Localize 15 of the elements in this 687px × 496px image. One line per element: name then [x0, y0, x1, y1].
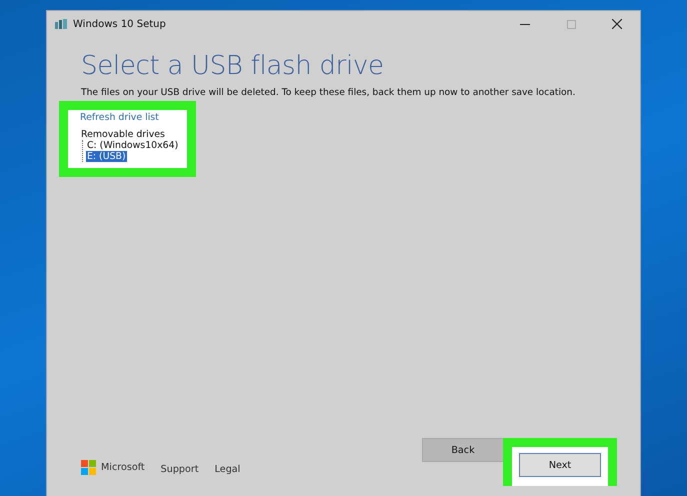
- window-title: Windows 10 Setup: [73, 18, 166, 30]
- app-icon: [55, 19, 67, 29]
- tree-item[interactable]: Removable drives: [80, 129, 166, 140]
- back-button[interactable]: Back: [422, 438, 504, 462]
- page-heading: Select a USB flash drive: [81, 51, 385, 81]
- refresh-link[interactable]: Refresh drive list: [80, 112, 180, 123]
- footer-link[interactable]: Legal: [214, 464, 240, 475]
- footer-link[interactable]: Support: [160, 464, 199, 475]
- brand-name: Microsoft: [101, 462, 145, 473]
- tree-item[interactable]: C: (Windows10x64): [86, 140, 180, 151]
- next-button[interactable]: Next: [519, 453, 601, 477]
- warning-text: The files on your USB drive will be deleted. To keep these files, back them up now to another save location.: [81, 87, 576, 98]
- microsoft-logo-icon: [81, 460, 96, 475]
- tree-item[interactable]: E: (USB): [86, 151, 127, 162]
- close-icon[interactable]: [612, 19, 622, 29]
